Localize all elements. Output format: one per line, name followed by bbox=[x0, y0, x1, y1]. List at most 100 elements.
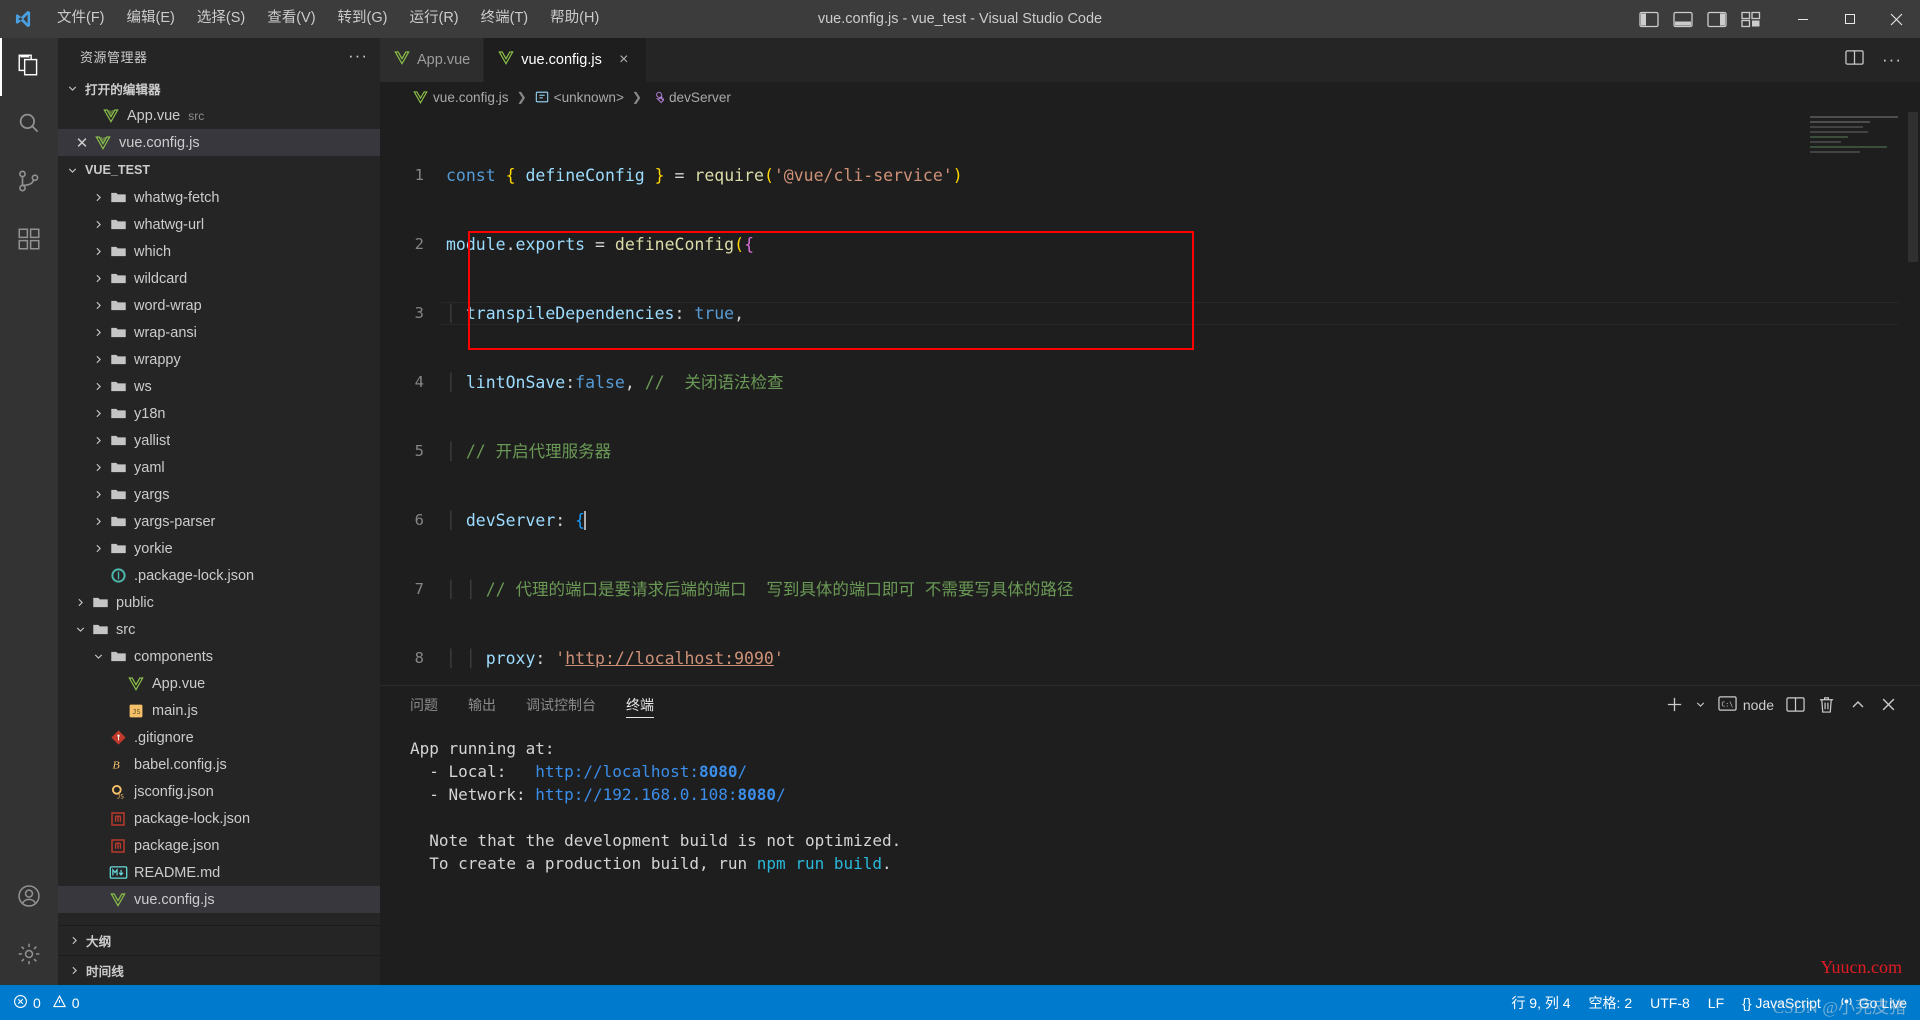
panel-tab-problems[interactable]: 问题 bbox=[410, 686, 438, 723]
tree-item[interactable]: y18n bbox=[58, 400, 380, 427]
maximize-panel-button[interactable] bbox=[1842, 690, 1873, 720]
toggle-panel-icon[interactable] bbox=[1673, 11, 1693, 28]
tree-item[interactable]: package-lock.json bbox=[58, 805, 380, 832]
tree-item[interactable]: public bbox=[58, 589, 380, 616]
activity-accounts-button[interactable] bbox=[0, 869, 58, 927]
chevron-right-icon[interactable] bbox=[90, 405, 107, 422]
menu-selection[interactable]: 选择(S) bbox=[186, 6, 256, 31]
terminal-shell-selector[interactable]: C:\ node bbox=[1712, 690, 1780, 720]
status-problems[interactable]: 0 0 bbox=[4, 985, 89, 1020]
tree-item[interactable]: whatwg-fetch bbox=[58, 184, 380, 211]
status-eol[interactable]: LF bbox=[1699, 985, 1733, 1020]
new-terminal-button[interactable] bbox=[1659, 690, 1690, 720]
tree-item[interactable]: package.json bbox=[58, 832, 380, 859]
maximize-button[interactable] bbox=[1826, 0, 1873, 38]
tree-item[interactable]: vue.config.js bbox=[58, 886, 380, 913]
chevron-right-icon[interactable] bbox=[72, 594, 89, 611]
editor-more-actions-icon[interactable]: ··· bbox=[1882, 50, 1902, 70]
breadcrumb-item-unknown[interactable]: <unknown> bbox=[554, 90, 624, 105]
toggle-secondary-sidebar-icon[interactable] bbox=[1707, 11, 1727, 28]
tree-item[interactable]: JS jsconfig.json bbox=[58, 778, 380, 805]
tree-item[interactable]: JS main.js bbox=[58, 697, 380, 724]
tree-item[interactable]: yargs-parser bbox=[58, 508, 380, 535]
chevron-down-icon[interactable] bbox=[90, 648, 107, 665]
tree-item[interactable]: wrappy bbox=[58, 346, 380, 373]
menu-go[interactable]: 转到(G) bbox=[327, 6, 399, 31]
menu-view[interactable]: 查看(V) bbox=[256, 6, 326, 31]
tab-vue-config-js[interactable]: vue.config.js × bbox=[484, 38, 647, 82]
minimap[interactable] bbox=[1810, 116, 1906, 176]
customize-layout-icon[interactable] bbox=[1741, 11, 1761, 28]
chevron-right-icon[interactable] bbox=[90, 297, 107, 314]
menu-bar[interactable]: 文件(F) 编辑(E) 选择(S) 查看(V) 转到(G) 运行(R) 终端(T… bbox=[46, 6, 610, 31]
kill-terminal-button[interactable] bbox=[1811, 690, 1842, 720]
section-timeline[interactable]: 时间线 bbox=[58, 955, 380, 985]
tree-item[interactable]: yaml bbox=[58, 454, 380, 481]
chevron-right-icon[interactable] bbox=[90, 243, 107, 260]
status-go-live[interactable]: Go Live bbox=[1830, 985, 1916, 1020]
menu-file[interactable]: 文件(F) bbox=[46, 6, 116, 31]
activity-settings-button[interactable] bbox=[0, 927, 58, 985]
chevron-right-icon[interactable] bbox=[90, 216, 107, 233]
chevron-right-icon[interactable] bbox=[90, 540, 107, 557]
close-editor-icon[interactable]: ✕ bbox=[72, 134, 92, 152]
tree-item[interactable]: App.vue bbox=[58, 670, 380, 697]
tab-close-icon[interactable]: × bbox=[615, 51, 633, 69]
tree-item[interactable]: Bbabel.config.js bbox=[58, 751, 380, 778]
code-content[interactable]: 1 const { defineConfig } = require('@vue/… bbox=[380, 118, 1920, 685]
tree-item[interactable]: whatwg-url bbox=[58, 211, 380, 238]
tree-item[interactable]: src bbox=[58, 616, 380, 643]
panel-tab-output[interactable]: 输出 bbox=[468, 686, 496, 723]
status-encoding[interactable]: UTF-8 bbox=[1641, 985, 1699, 1020]
activity-search-button[interactable] bbox=[0, 96, 58, 154]
tree-item[interactable]: word-wrap bbox=[58, 292, 380, 319]
new-terminal-dropdown-icon[interactable] bbox=[1690, 690, 1712, 720]
chevron-right-icon[interactable] bbox=[90, 270, 107, 287]
status-language-mode[interactable]: {} JavaScript bbox=[1733, 985, 1830, 1020]
chevron-right-icon[interactable] bbox=[90, 459, 107, 476]
tree-item[interactable]: yallist bbox=[58, 427, 380, 454]
chevron-right-icon[interactable] bbox=[90, 513, 107, 530]
section-open-editors[interactable]: 打开的编辑器 bbox=[58, 74, 380, 102]
panel-tab-terminal[interactable]: 终端 bbox=[626, 686, 654, 723]
activity-explorer-button[interactable] bbox=[0, 38, 58, 96]
minimize-button[interactable] bbox=[1779, 0, 1826, 38]
panel-tab-debug-console[interactable]: 调试控制台 bbox=[526, 686, 596, 723]
open-editor-vue-config-js[interactable]: ✕ vue.config.js bbox=[58, 129, 380, 156]
toggle-primary-sidebar-icon[interactable] bbox=[1639, 11, 1659, 28]
tree-item[interactable]: which bbox=[58, 238, 380, 265]
tab-app-vue[interactable]: App.vue bbox=[380, 38, 485, 82]
chevron-right-icon[interactable] bbox=[90, 378, 107, 395]
breadcrumb-item-devserver[interactable]: devServer bbox=[669, 90, 731, 105]
close-panel-button[interactable] bbox=[1873, 690, 1904, 720]
status-indentation[interactable]: 空格: 2 bbox=[1580, 985, 1642, 1020]
editor-scrollbar[interactable] bbox=[1906, 112, 1920, 685]
code-editor[interactable]: 1 const { defineConfig } = require('@vue/… bbox=[380, 112, 1920, 685]
tree-item[interactable]: README.md bbox=[58, 859, 380, 886]
chevron-right-icon[interactable] bbox=[90, 432, 107, 449]
tree-item[interactable]: ws bbox=[58, 373, 380, 400]
menu-edit[interactable]: 编辑(E) bbox=[116, 6, 186, 31]
split-terminal-button[interactable] bbox=[1780, 690, 1811, 720]
explorer-more-actions-icon[interactable]: ··· bbox=[348, 47, 368, 64]
breadcrumb-item-file[interactable]: vue.config.js bbox=[433, 90, 509, 105]
close-button[interactable] bbox=[1873, 0, 1920, 38]
terminal-output[interactable]: App running at: - Local: http://localhos… bbox=[380, 723, 1920, 985]
tree-item[interactable]: .gitignore bbox=[58, 724, 380, 751]
chevron-right-icon[interactable] bbox=[90, 486, 107, 503]
chevron-right-icon[interactable] bbox=[90, 324, 107, 341]
tree-item[interactable]: yorkie bbox=[58, 535, 380, 562]
open-editor-app-vue[interactable]: App.vue src bbox=[58, 102, 380, 129]
activity-source-control-button[interactable] bbox=[0, 154, 58, 212]
chevron-right-icon[interactable] bbox=[90, 351, 107, 368]
split-editor-icon[interactable] bbox=[1845, 49, 1864, 71]
tree-item[interactable]: components bbox=[58, 643, 380, 670]
chevron-down-icon[interactable] bbox=[72, 621, 89, 638]
tree-item[interactable]: wildcard bbox=[58, 265, 380, 292]
chevron-right-icon[interactable] bbox=[90, 189, 107, 206]
status-cursor-position[interactable]: 行 9, 列 4 bbox=[1502, 985, 1579, 1020]
activity-extensions-button[interactable] bbox=[0, 212, 58, 270]
section-outline[interactable]: 大纲 bbox=[58, 925, 380, 955]
menu-help[interactable]: 帮助(H) bbox=[539, 6, 610, 31]
tree-item[interactable]: yargs bbox=[58, 481, 380, 508]
